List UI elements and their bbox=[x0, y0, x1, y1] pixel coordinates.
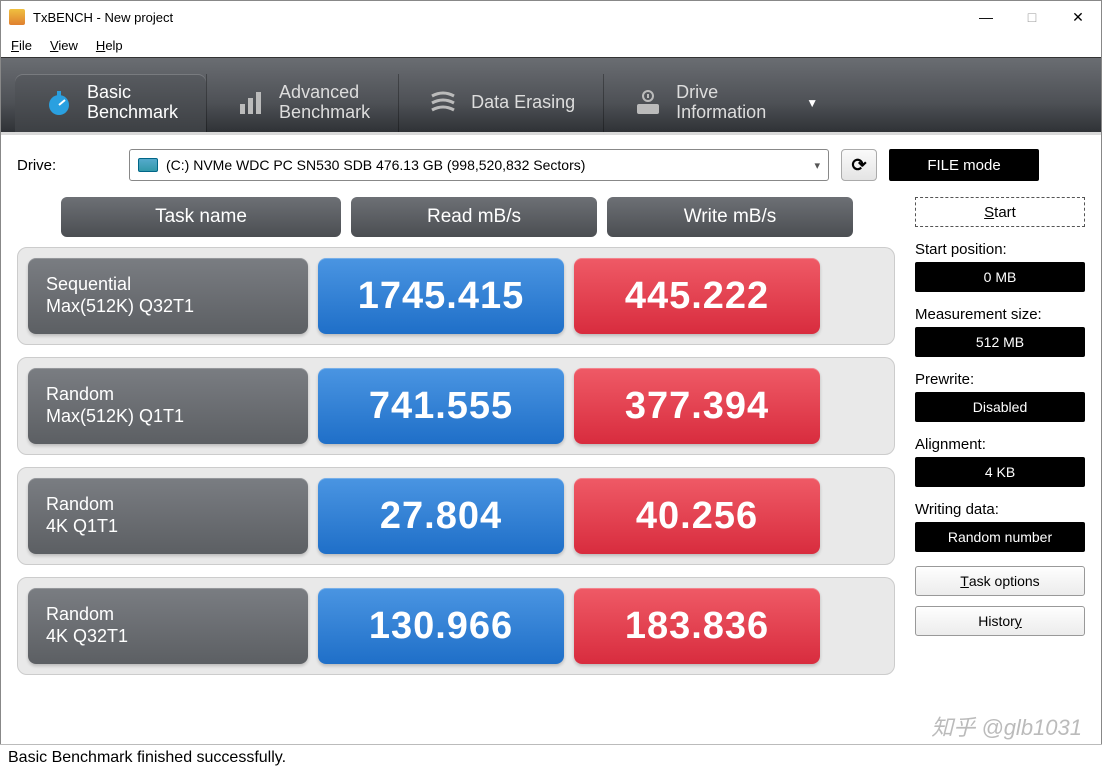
tab-drive-information[interactable]: DriveInformation bbox=[603, 74, 794, 132]
tab-data-erasing[interactable]: Data Erasing bbox=[398, 74, 603, 132]
task-line1: Random bbox=[46, 494, 290, 516]
drive-label: Drive: bbox=[17, 157, 117, 174]
task-line2: 4K Q1T1 bbox=[46, 516, 290, 538]
menu-view[interactable]: View bbox=[50, 38, 78, 53]
stopwatch-icon bbox=[43, 87, 75, 119]
task-line2: Max(512K) Q32T1 bbox=[46, 296, 290, 318]
tab-label: DriveInformation bbox=[676, 83, 766, 123]
task-cell[interactable]: Random Max(512K) Q1T1 bbox=[28, 368, 308, 444]
results-panel: Task name Read mB/s Write mB/s Sequentia… bbox=[17, 191, 895, 687]
alignment-value[interactable]: 4 KB bbox=[915, 457, 1085, 487]
task-options-button[interactable]: Task options bbox=[915, 566, 1085, 596]
tab-basic-benchmark[interactable]: BasicBenchmark bbox=[15, 74, 206, 132]
refresh-icon: ⟳ bbox=[851, 155, 866, 176]
table-header: Task name Read mB/s Write mB/s bbox=[61, 197, 895, 237]
window-title: TxBENCH - New project bbox=[33, 10, 963, 25]
menubar: File View Help bbox=[1, 33, 1101, 57]
start-position-label: Start position: bbox=[915, 241, 1085, 258]
write-value[interactable]: 445.222 bbox=[574, 258, 820, 334]
maximize-button[interactable]: □ bbox=[1009, 1, 1055, 33]
main-area: Task name Read mB/s Write mB/s Sequentia… bbox=[1, 191, 1101, 695]
refresh-button[interactable]: ⟳ bbox=[841, 149, 877, 181]
prewrite-value[interactable]: Disabled bbox=[915, 392, 1085, 422]
task-line1: Random bbox=[46, 384, 290, 406]
result-row: Sequential Max(512K) Q32T1 1745.415 445.… bbox=[17, 247, 895, 345]
task-cell[interactable]: Random 4K Q1T1 bbox=[28, 478, 308, 554]
window-controls: — □ ✕ bbox=[963, 1, 1101, 33]
header-read: Read mB/s bbox=[351, 197, 597, 237]
header-write: Write mB/s bbox=[607, 197, 853, 237]
tab-advanced-benchmark[interactable]: AdvancedBenchmark bbox=[206, 74, 398, 132]
start-position-value[interactable]: 0 MB bbox=[915, 262, 1085, 292]
start-button[interactable]: Start bbox=[915, 197, 1085, 227]
prewrite-label: Prewrite: bbox=[915, 371, 1085, 388]
result-row: Random 4K Q1T1 27.804 40.256 bbox=[17, 467, 895, 565]
history-button[interactable]: History bbox=[915, 606, 1085, 636]
task-cell[interactable]: Sequential Max(512K) Q32T1 bbox=[28, 258, 308, 334]
read-value[interactable]: 130.966 bbox=[318, 588, 564, 664]
sidebar: Start Start position: 0 MB Measurement s… bbox=[915, 191, 1085, 687]
menu-file[interactable]: File bbox=[11, 38, 32, 53]
drive-select[interactable]: (C:) NVMe WDC PC SN530 SDB 476.13 GB (99… bbox=[129, 149, 829, 181]
task-cell[interactable]: Random 4K Q32T1 bbox=[28, 588, 308, 664]
drive-info-icon bbox=[632, 87, 664, 119]
tab-overflow-button[interactable]: ▼ bbox=[794, 74, 830, 132]
tab-label: AdvancedBenchmark bbox=[279, 83, 370, 123]
erase-icon bbox=[427, 87, 459, 119]
header-task: Task name bbox=[61, 197, 341, 237]
write-value[interactable]: 183.836 bbox=[574, 588, 820, 664]
watermark: 知乎 @glb1031 bbox=[931, 710, 1082, 742]
task-line1: Sequential bbox=[46, 274, 290, 296]
task-line2: 4K Q32T1 bbox=[46, 626, 290, 648]
file-mode-button[interactable]: FILE mode bbox=[889, 149, 1039, 181]
chevron-down-icon: ▾ bbox=[814, 159, 820, 172]
writing-data-label: Writing data: bbox=[915, 501, 1085, 518]
read-value[interactable]: 27.804 bbox=[318, 478, 564, 554]
drive-selected-text: (C:) NVMe WDC PC SN530 SDB 476.13 GB (99… bbox=[166, 157, 585, 173]
bars-icon bbox=[235, 87, 267, 119]
measurement-size-label: Measurement size: bbox=[915, 306, 1085, 323]
close-button[interactable]: ✕ bbox=[1055, 1, 1101, 33]
app-icon bbox=[9, 9, 25, 25]
read-value[interactable]: 741.555 bbox=[318, 368, 564, 444]
result-row: Random Max(512K) Q1T1 741.555 377.394 bbox=[17, 357, 895, 455]
alignment-label: Alignment: bbox=[915, 436, 1085, 453]
tab-label: Data Erasing bbox=[471, 93, 575, 113]
minimize-button[interactable]: — bbox=[963, 1, 1009, 33]
result-row: Random 4K Q32T1 130.966 183.836 bbox=[17, 577, 895, 675]
status-bar: Basic Benchmark finished successfully. bbox=[0, 744, 1102, 772]
task-line1: Random bbox=[46, 604, 290, 626]
task-line2: Max(512K) Q1T1 bbox=[46, 406, 290, 428]
tab-label: BasicBenchmark bbox=[87, 83, 178, 123]
measurement-size-value[interactable]: 512 MB bbox=[915, 327, 1085, 357]
tabstrip: BasicBenchmark AdvancedBenchmark Data Er… bbox=[1, 57, 1101, 135]
writing-data-value[interactable]: Random number bbox=[915, 522, 1085, 552]
read-value[interactable]: 1745.415 bbox=[318, 258, 564, 334]
write-value[interactable]: 377.394 bbox=[574, 368, 820, 444]
titlebar: TxBENCH - New project — □ ✕ bbox=[1, 1, 1101, 33]
disk-icon bbox=[138, 158, 158, 172]
drive-row: Drive: (C:) NVMe WDC PC SN530 SDB 476.13… bbox=[1, 135, 1101, 191]
menu-help[interactable]: Help bbox=[96, 38, 123, 53]
write-value[interactable]: 40.256 bbox=[574, 478, 820, 554]
